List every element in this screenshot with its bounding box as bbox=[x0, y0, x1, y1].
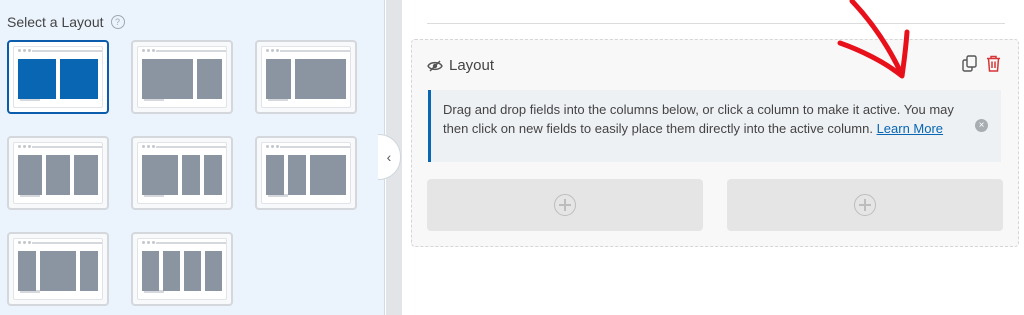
layout-preview bbox=[13, 238, 103, 300]
preview-column bbox=[196, 59, 222, 99]
layout-preview bbox=[261, 46, 351, 108]
preview-column bbox=[40, 251, 76, 291]
plus-circle-icon bbox=[854, 194, 876, 216]
window-dots bbox=[266, 145, 279, 148]
help-icon[interactable]: ? bbox=[110, 15, 125, 29]
layout-selector-panel: Select a Layout ? bbox=[0, 0, 385, 315]
preview-column bbox=[142, 251, 159, 291]
preview-column bbox=[184, 251, 201, 291]
preview-bar bbox=[32, 50, 102, 52]
preview-bar bbox=[32, 146, 102, 148]
close-icon[interactable]: × bbox=[975, 119, 988, 132]
preview-column bbox=[204, 155, 222, 195]
window-dots bbox=[18, 49, 31, 52]
preview-column bbox=[46, 155, 70, 195]
layout-preview bbox=[13, 142, 103, 204]
preview-column bbox=[18, 155, 42, 195]
layout-preview bbox=[137, 46, 227, 108]
layout-option-25-25-25-25[interactable] bbox=[131, 232, 233, 306]
preview-column bbox=[288, 155, 306, 195]
preview-bar bbox=[280, 146, 350, 148]
preview-columns bbox=[18, 155, 98, 195]
window-dots bbox=[142, 145, 155, 148]
layout-option-50-25-25[interactable] bbox=[131, 136, 233, 210]
layout-option-67-33[interactable] bbox=[131, 40, 233, 114]
duplicate-icon[interactable] bbox=[962, 55, 977, 72]
preview-columns bbox=[142, 59, 222, 99]
column-drop-zone-2[interactable] bbox=[727, 179, 1003, 231]
layout-field-header: Layout bbox=[427, 57, 494, 74]
layout-field-card[interactable]: Layout Drag and drop fields into the col… bbox=[411, 39, 1019, 247]
layout-option-25-25-50[interactable] bbox=[255, 136, 357, 210]
field-actions bbox=[962, 55, 1001, 72]
preview-column bbox=[266, 59, 292, 99]
preview-columns bbox=[266, 155, 346, 195]
preview-bar bbox=[280, 50, 350, 52]
divider bbox=[427, 23, 1005, 24]
layout-option-25-50-25[interactable] bbox=[7, 232, 109, 306]
trash-icon[interactable] bbox=[986, 55, 1001, 72]
window-dots bbox=[142, 241, 155, 244]
preview-bar bbox=[156, 50, 226, 52]
window-dots bbox=[18, 145, 31, 148]
preview-column bbox=[310, 155, 346, 195]
window-dots bbox=[142, 49, 155, 52]
preview-column bbox=[60, 59, 98, 99]
preview-bar bbox=[156, 146, 226, 148]
layout-preview bbox=[137, 238, 227, 300]
preview-bar bbox=[32, 242, 102, 244]
plus-circle-icon bbox=[554, 194, 576, 216]
preview-column bbox=[18, 251, 36, 291]
preview-columns bbox=[142, 155, 222, 195]
preview-columns bbox=[142, 251, 222, 291]
layout-option-33-33-33[interactable] bbox=[7, 136, 109, 210]
preview-columns bbox=[18, 59, 98, 99]
panel-header: Select a Layout ? bbox=[7, 14, 125, 30]
window-dots bbox=[18, 241, 31, 244]
preview-column bbox=[295, 59, 346, 99]
preview-column bbox=[80, 251, 98, 291]
preview-column bbox=[266, 155, 284, 195]
preview-column bbox=[142, 155, 178, 195]
preview-column bbox=[205, 251, 222, 291]
preview-column bbox=[163, 251, 180, 291]
eye-slash-icon bbox=[427, 60, 443, 71]
window-dots bbox=[266, 49, 279, 52]
layout-preview bbox=[261, 142, 351, 204]
layout-field-title: Layout bbox=[449, 57, 495, 74]
preview-column bbox=[74, 155, 98, 195]
preview-column bbox=[18, 59, 56, 99]
column-drop-zone-1[interactable] bbox=[427, 179, 703, 231]
preview-column bbox=[142, 59, 193, 99]
learn-more-link[interactable]: Learn More bbox=[877, 121, 943, 136]
layout-preview bbox=[13, 46, 103, 108]
layout-option-33-67[interactable] bbox=[255, 40, 357, 114]
preview-columns bbox=[266, 59, 346, 99]
layout-instructions-notice: Drag and drop fields into the columns be… bbox=[428, 90, 1001, 162]
preview-bar bbox=[156, 242, 226, 244]
layout-option-50-50[interactable] bbox=[7, 40, 109, 114]
preview-column bbox=[182, 155, 200, 195]
preview-columns bbox=[18, 251, 98, 291]
chevron-left-icon: ‹ bbox=[386, 149, 392, 165]
panel-title: Select a Layout bbox=[7, 14, 104, 30]
layout-preview bbox=[137, 142, 227, 204]
